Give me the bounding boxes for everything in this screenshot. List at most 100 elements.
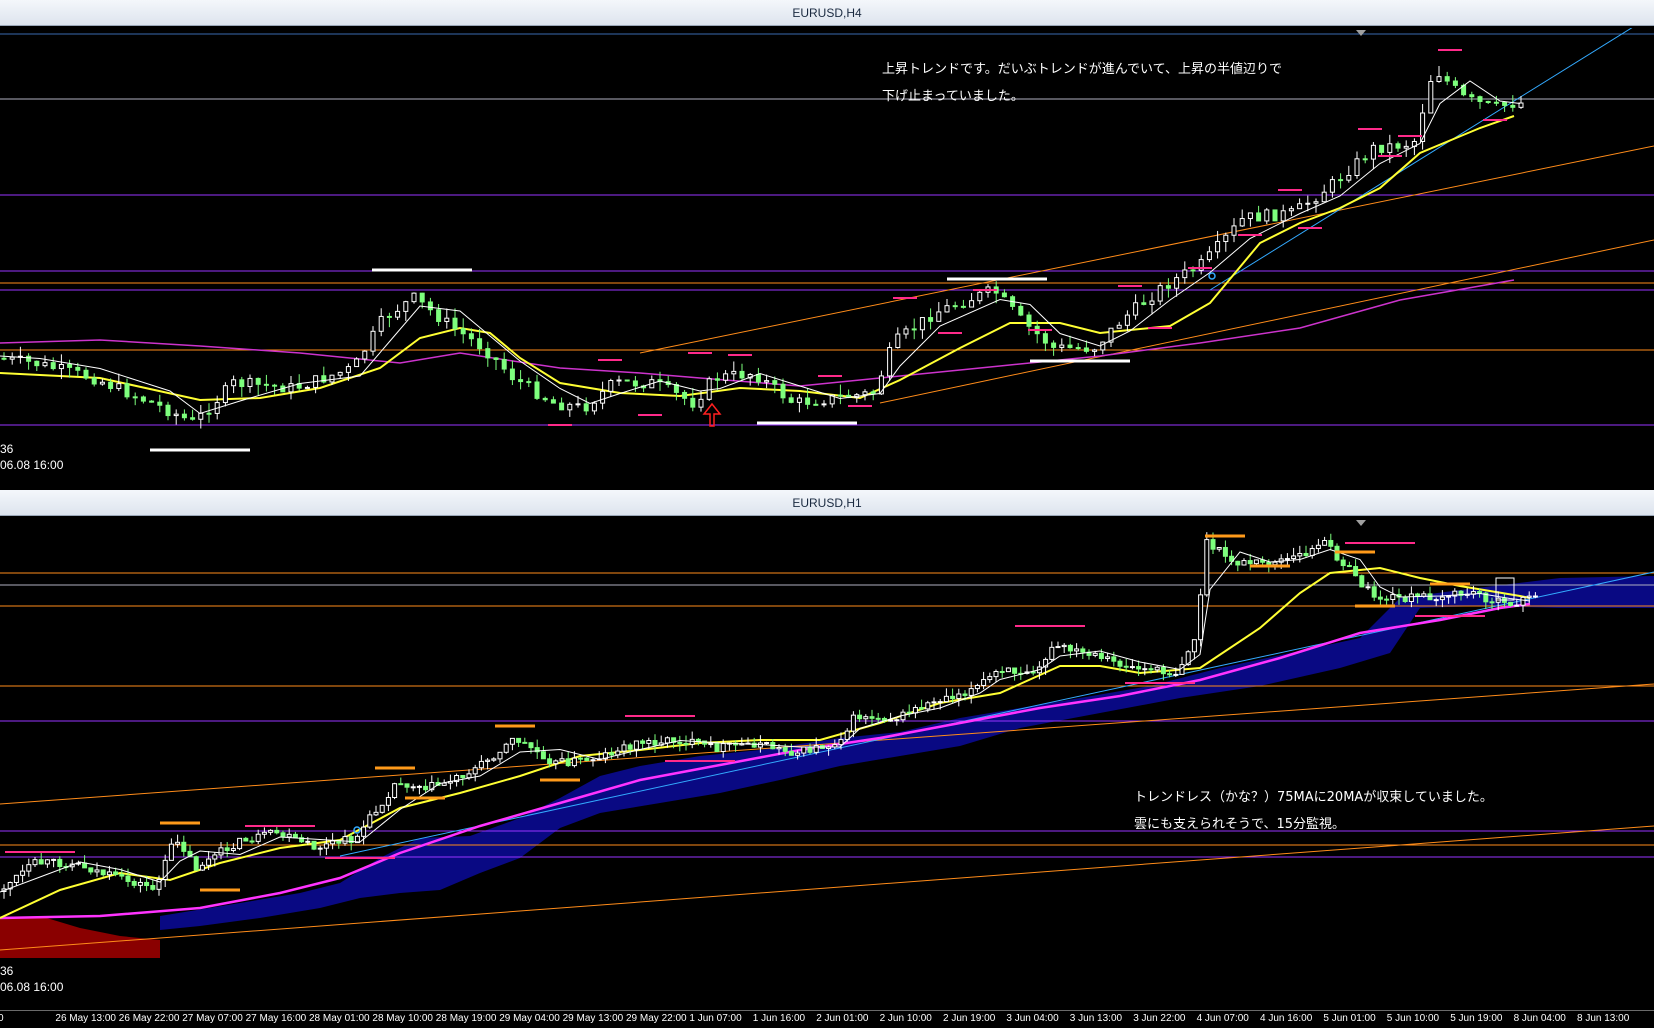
- candle-body: [788, 397, 794, 403]
- time-axis-label: 2 Jun 01:00: [816, 1013, 869, 1024]
- candle-body: [571, 757, 577, 767]
- candle-body: [1092, 652, 1098, 656]
- candle-body: [345, 366, 351, 373]
- chart-window-h4[interactable]: EURUSD,H4 上昇トレンドです。だいぶトレンドが進んでいて、上昇の半値辺り…: [0, 0, 1654, 472]
- candle-body: [1421, 593, 1427, 597]
- candle-body: [518, 379, 524, 383]
- candle-body: [261, 831, 267, 835]
- chart-window-h1[interactable]: EURUSD,H1 トレンドレス（かな？）75MAに20MAが収束していました。…: [0, 490, 1654, 1010]
- candle-body: [528, 742, 534, 749]
- candle-body: [1117, 660, 1123, 667]
- candle-body: [288, 383, 294, 393]
- candle-body: [987, 676, 993, 681]
- candle-body: [1216, 546, 1222, 550]
- candle-body: [708, 743, 714, 746]
- candle-body: [1444, 76, 1450, 82]
- candle-body: [646, 740, 652, 744]
- candle-body: [497, 751, 503, 760]
- candle-body: [723, 373, 729, 381]
- candle-body: [1231, 225, 1237, 236]
- candle-body: [1223, 234, 1229, 243]
- candle-body: [1042, 333, 1048, 344]
- candle-body: [1191, 639, 1197, 653]
- candle-body: [20, 870, 26, 876]
- candle-body: [509, 737, 515, 745]
- candle-body: [1395, 143, 1401, 149]
- chart-title-bar-h4[interactable]: EURUSD,H4: [0, 0, 1654, 26]
- candle-body: [633, 740, 639, 750]
- candle-body: [968, 688, 974, 696]
- candle-body: [1018, 305, 1024, 316]
- candle-body: [1239, 218, 1245, 227]
- candle-body: [329, 374, 335, 383]
- price-chart-h1[interactable]: [0, 518, 1654, 1010]
- candle-body: [1136, 666, 1142, 670]
- ichimoku-cloud: [160, 576, 1654, 930]
- candle-body: [1502, 101, 1508, 106]
- candle-body: [1329, 179, 1335, 193]
- candle-body: [125, 875, 131, 882]
- candle-body: [1315, 544, 1321, 550]
- candle-body: [1365, 586, 1371, 589]
- candle-body: [51, 858, 57, 861]
- candle-body: [173, 413, 179, 417]
- candle-body: [181, 413, 187, 419]
- candle-body: [386, 315, 392, 318]
- candle-body: [1247, 212, 1253, 220]
- candle-body: [937, 701, 943, 704]
- candle-body: [516, 737, 522, 743]
- candle-body: [42, 362, 48, 367]
- candle-body: [542, 397, 548, 401]
- annotation-line-2: 雲にも支えられそうで、15分監視。: [1134, 817, 1346, 832]
- candle-body: [875, 717, 881, 720]
- candle-body: [206, 412, 212, 415]
- moving-average-fast: [0, 80, 1521, 415]
- candle-body: [1477, 591, 1483, 594]
- candle-body: [230, 848, 236, 851]
- candle-body: [863, 716, 869, 720]
- chart-title-bar-h1[interactable]: EURUSD,H1: [0, 490, 1654, 516]
- candle-body: [218, 847, 224, 856]
- candle-body: [1174, 277, 1180, 289]
- candle-body: [1313, 201, 1319, 204]
- time-axis-label: 2 Jun 10:00: [879, 1013, 932, 1024]
- candle-body: [190, 417, 196, 420]
- candle-body: [100, 869, 106, 876]
- candle-body: [621, 744, 627, 752]
- candle-body: [274, 829, 280, 834]
- candle-body: [956, 693, 962, 700]
- candle-body: [280, 832, 286, 838]
- candle-body: [1272, 209, 1278, 222]
- candle-body: [503, 743, 509, 753]
- candle-body: [150, 885, 156, 890]
- candle-body: [144, 881, 150, 887]
- annotation-note-h4: 上昇トレンドです。だいぶトレンドが進んでいて、上昇の半値辺りで 下げ止まっていま…: [882, 56, 1282, 110]
- candle-body: [1346, 565, 1352, 568]
- price-chart-h4[interactable]: [0, 28, 1654, 462]
- candle-body: [1100, 341, 1106, 351]
- candle-body: [1173, 673, 1179, 676]
- candle-body: [1215, 241, 1221, 253]
- time-axis-label: 2 Jun 19:00: [943, 1013, 996, 1024]
- candle-body: [1370, 144, 1376, 160]
- candle-body: [553, 760, 559, 765]
- candle-body: [919, 707, 925, 710]
- candle-body: [1390, 594, 1396, 600]
- time-axis-label: 28 May 01:00: [309, 1013, 370, 1024]
- candle-body: [362, 350, 368, 360]
- candle-body: [1297, 203, 1303, 210]
- candle-body: [624, 379, 630, 382]
- candle-body: [764, 742, 770, 745]
- time-axis-label: 27 May 16:00: [245, 1013, 307, 1024]
- candle-body: [869, 716, 875, 719]
- candle-body: [1247, 560, 1253, 565]
- candle-body: [1489, 601, 1495, 604]
- candle-body: [249, 840, 255, 843]
- time-axis-label: 3 Jun 22:00: [1133, 1013, 1186, 1024]
- candle-body: [813, 403, 819, 406]
- candle-body: [373, 811, 379, 816]
- candle-body: [1303, 552, 1309, 557]
- candle-body: [807, 746, 813, 753]
- annotation-line-2: 下げ止まっていました。: [882, 89, 1024, 104]
- candle-body: [1520, 596, 1526, 606]
